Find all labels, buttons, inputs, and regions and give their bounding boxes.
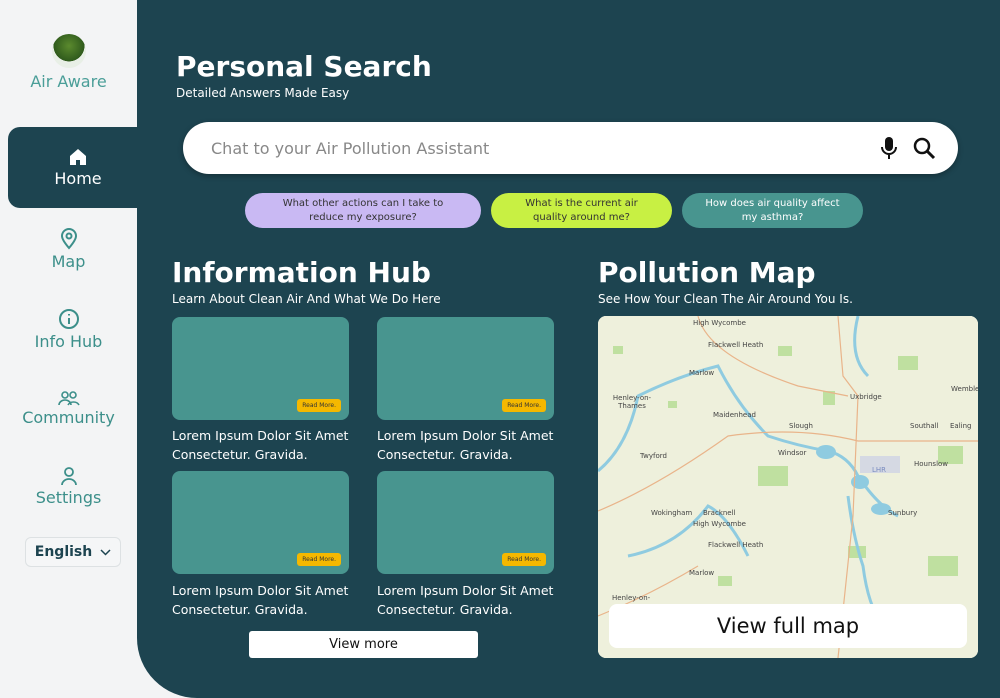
sidebar-item-map[interactable]: Map [0, 228, 137, 271]
info-card-text: Lorem Ipsum Dolor Sit Amet Consectetur. … [377, 583, 554, 617]
tree-logo-icon [51, 34, 86, 68]
language-value: English [34, 544, 93, 560]
suggestion-chip[interactable]: What is the current air quality around m… [491, 193, 672, 228]
chevron-down-icon [100, 548, 111, 556]
view-full-map-button[interactable]: View full map [609, 604, 967, 648]
language-select[interactable]: English [25, 537, 121, 567]
info-icon [58, 309, 79, 329]
info-hub-subtitle: Learn About Clean Air And What We Do Her… [172, 292, 441, 306]
view-more-button[interactable]: View more [249, 631, 478, 658]
sidebar-item-info-hub[interactable]: Info Hub [0, 308, 137, 351]
sidebar: Air Aware Home Map Info Hub Community Se… [0, 0, 148, 698]
info-card[interactable]: Read More. [377, 471, 554, 574]
map-label: Marlow [689, 369, 715, 377]
sidebar-item-label: Info Hub [34, 332, 103, 351]
map-label: Flackwell Heath [708, 541, 764, 549]
info-card-text: Lorem Ipsum Dolor Sit Amet Consectetur. … [377, 428, 554, 462]
map-pin-icon [60, 228, 77, 250]
suggestion-chip[interactable]: What other actions can I take to reduce … [245, 193, 481, 228]
user-icon [60, 467, 77, 486]
map-label: Henley-on- [612, 594, 651, 602]
info-card[interactable]: Read More. [172, 471, 349, 574]
map-label: Slough [789, 422, 813, 430]
map-label: Windsor [778, 449, 807, 457]
read-more-button[interactable]: Read More. [297, 553, 341, 566]
map-label: High Wycombe [693, 319, 746, 327]
suggestion-chip[interactable]: How does air quality affect my asthma? [682, 193, 863, 228]
chat-search-input[interactable] [211, 138, 880, 158]
home-icon [70, 149, 86, 165]
map-label: Wembley [951, 385, 978, 393]
pollution-map[interactable]: High Wycombe Flackwell Heath Marlow Henl… [598, 316, 978, 658]
map-label: Uxbridge [850, 393, 882, 401]
map-label: Marlow [689, 569, 715, 577]
pollution-map-subtitle: See How Your Clean The Air Around You Is… [598, 292, 853, 306]
info-card-text: Lorem Ipsum Dolor Sit Amet Consectetur. … [172, 583, 349, 617]
map-label: High Wycombe [693, 520, 746, 528]
map-label: Southall [910, 422, 939, 430]
sidebar-item-label: Settings [35, 488, 102, 507]
info-card[interactable]: Read More. [172, 317, 349, 420]
microphone-icon[interactable] [880, 136, 898, 160]
map-label: Sunbury [888, 509, 918, 517]
map-label: Wokingham [651, 509, 693, 517]
pollution-map-title: Pollution Map [598, 256, 816, 289]
airport-label: LHR [872, 466, 887, 474]
map-label: Ealing [950, 422, 972, 430]
sidebar-item-settings[interactable]: Settings [0, 466, 137, 507]
search-icon[interactable] [912, 136, 936, 160]
read-more-button[interactable]: Read More. [502, 399, 546, 412]
page-title: Personal Search [176, 50, 432, 83]
sidebar-item-community[interactable]: Community [0, 390, 137, 427]
logo: Air Aware [0, 34, 137, 91]
main-panel: Personal Search Detailed Answers Made Ea… [137, 0, 1000, 698]
info-card-text: Lorem Ipsum Dolor Sit Amet Consectetur. … [172, 428, 349, 462]
map-label: Bracknell [703, 509, 736, 517]
sidebar-item-label: Home [54, 169, 102, 188]
sidebar-item-label: Map [51, 252, 86, 271]
read-more-button[interactable]: Read More. [297, 399, 341, 412]
map-label: Flackwell Heath [708, 341, 764, 349]
map-label: Hounslow [914, 460, 949, 468]
app-name: Air Aware [30, 72, 107, 91]
info-hub-title: Information Hub [172, 256, 431, 289]
page-subtitle: Detailed Answers Made Easy [176, 86, 350, 100]
people-icon [57, 391, 80, 406]
search-bar [183, 122, 958, 174]
map-label: Henley-on-Thames [612, 394, 652, 410]
read-more-button[interactable]: Read More. [502, 553, 546, 566]
info-card[interactable]: Read More. [377, 317, 554, 420]
map-label: Maidenhead [713, 411, 756, 419]
sidebar-item-label: Community [22, 408, 115, 427]
map-label: Twyford [640, 452, 667, 460]
sidebar-item-home[interactable]: Home [8, 127, 148, 208]
